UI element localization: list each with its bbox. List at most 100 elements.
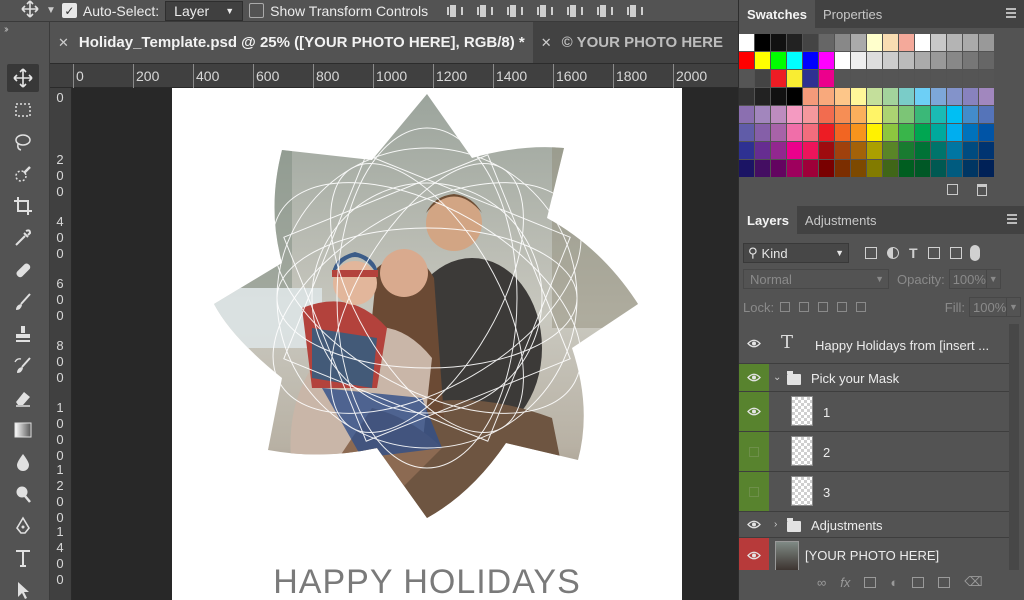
adjustment-icon[interactable]: ◐ (890, 575, 898, 590)
swatch[interactable] (963, 88, 978, 105)
mask-icon[interactable] (864, 576, 877, 588)
swatch[interactable] (739, 34, 754, 51)
swatch[interactable] (819, 52, 834, 69)
layer-row-mask-3[interactable]: 3 (739, 472, 1009, 512)
ruler-vertical[interactable]: 0 2 0 0 4 0 0 6 0 0 8 0 0 1 0 0 01 2 0 01 4 0… (50, 88, 72, 600)
swatch[interactable] (915, 34, 930, 51)
new-swatch-icon[interactable] (947, 184, 958, 195)
filter-type-icon[interactable]: T (909, 246, 918, 260)
swatch[interactable] (947, 34, 962, 51)
align-vcenter-icon[interactable] (476, 4, 494, 18)
swatch[interactable] (771, 34, 786, 51)
swatch[interactable] (931, 70, 946, 87)
swatch[interactable] (931, 142, 946, 159)
swatch[interactable] (755, 160, 770, 177)
swatch[interactable] (771, 52, 786, 69)
tab-your-photo[interactable]: ✕ © YOUR PHOTO HERE (533, 22, 731, 63)
tab-swatches[interactable]: Swatches (739, 0, 815, 28)
swatch[interactable] (819, 70, 834, 87)
quick-select-tool[interactable] (7, 160, 39, 188)
swatch[interactable] (883, 34, 898, 51)
panel-menu-icon[interactable] (1006, 8, 1016, 18)
swatch[interactable] (771, 160, 786, 177)
swatch[interactable] (851, 160, 866, 177)
swatch[interactable] (835, 34, 850, 51)
swatch[interactable] (979, 106, 994, 123)
eyedropper-tool[interactable] (7, 224, 39, 252)
swatch[interactable] (755, 70, 770, 87)
swatch[interactable] (915, 142, 930, 159)
swatch[interactable] (947, 106, 962, 123)
swatch[interactable] (947, 88, 962, 105)
swatch[interactable] (915, 106, 930, 123)
swatch[interactable] (979, 124, 994, 141)
swatch[interactable] (947, 124, 962, 141)
swatch[interactable] (835, 124, 850, 141)
swatch[interactable] (851, 124, 866, 141)
swatch[interactable] (899, 124, 914, 141)
swatch[interactable] (931, 160, 946, 177)
trash-icon[interactable]: ⌫ (964, 574, 982, 590)
group-icon[interactable] (912, 576, 925, 588)
crop-tool[interactable] (7, 192, 39, 220)
filter-kind-dropdown[interactable]: ⚲ Kind ▼ (743, 243, 849, 263)
visibility-toggle[interactable] (739, 472, 769, 511)
swatch[interactable] (835, 106, 850, 123)
swatch[interactable] (931, 124, 946, 141)
dodge-tool[interactable] (7, 480, 39, 508)
swatch[interactable] (931, 106, 946, 123)
swatch[interactable] (931, 34, 946, 51)
visibility-toggle[interactable] (739, 364, 769, 391)
swatch[interactable] (883, 124, 898, 141)
chevron-down-icon[interactable]: ▼ (1007, 297, 1021, 317)
distribute-icon[interactable] (626, 4, 644, 18)
align-top-icon[interactable] (446, 4, 464, 18)
swatch[interactable] (739, 52, 754, 69)
swatch[interactable] (803, 160, 818, 177)
swatch[interactable] (739, 88, 754, 105)
swatch[interactable] (803, 106, 818, 123)
swatch[interactable] (979, 34, 994, 51)
layer-row-mask-2[interactable]: 2 (739, 432, 1009, 472)
swatch[interactable] (851, 106, 866, 123)
swatch[interactable] (835, 88, 850, 105)
move-tool[interactable] (7, 64, 39, 92)
swatch[interactable] (739, 70, 754, 87)
visibility-toggle[interactable] (739, 392, 769, 431)
lock-pixels-icon[interactable] (799, 302, 810, 312)
chevron-down-icon[interactable]: ▼ (986, 269, 1001, 289)
swatch[interactable] (947, 160, 962, 177)
fx-icon[interactable]: fx (840, 575, 850, 590)
path-select-tool[interactable] (7, 576, 39, 600)
swatch[interactable] (755, 34, 770, 51)
swatch[interactable] (947, 70, 962, 87)
lock-position-icon[interactable] (818, 302, 829, 312)
move-tool-preset-icon[interactable] (20, 0, 40, 21)
swatch[interactable] (835, 52, 850, 69)
align-bottom-icon[interactable] (506, 4, 524, 18)
chevron-down-icon[interactable]: ▼ (46, 5, 56, 16)
visibility-toggle[interactable] (739, 324, 769, 363)
swatch[interactable] (819, 106, 834, 123)
swatch[interactable] (787, 88, 802, 105)
swatch[interactable] (915, 70, 930, 87)
layer-row-text[interactable]: T Happy Holidays from [insert ... (739, 324, 1009, 364)
swatch[interactable] (883, 70, 898, 87)
close-icon[interactable]: ✕ (541, 35, 552, 51)
swatch[interactable] (851, 142, 866, 159)
align-left-icon[interactable] (536, 4, 554, 18)
swatch[interactable] (915, 124, 930, 141)
swatch[interactable] (899, 160, 914, 177)
swatch[interactable] (851, 34, 866, 51)
clone-stamp-tool[interactable] (7, 320, 39, 348)
lock-artboard-icon[interactable] (837, 302, 848, 312)
layers-scrollbar[interactable] (1009, 324, 1019, 570)
align-hcenter-icon[interactable] (566, 4, 584, 18)
swatch[interactable] (787, 106, 802, 123)
swatch[interactable] (771, 88, 786, 105)
swatch[interactable] (771, 70, 786, 87)
swatch[interactable] (787, 160, 802, 177)
swatch[interactable] (771, 106, 786, 123)
canvas-area[interactable]: HAPPY HOLIDAYS (72, 88, 738, 600)
tab-properties[interactable]: Properties (815, 0, 890, 28)
